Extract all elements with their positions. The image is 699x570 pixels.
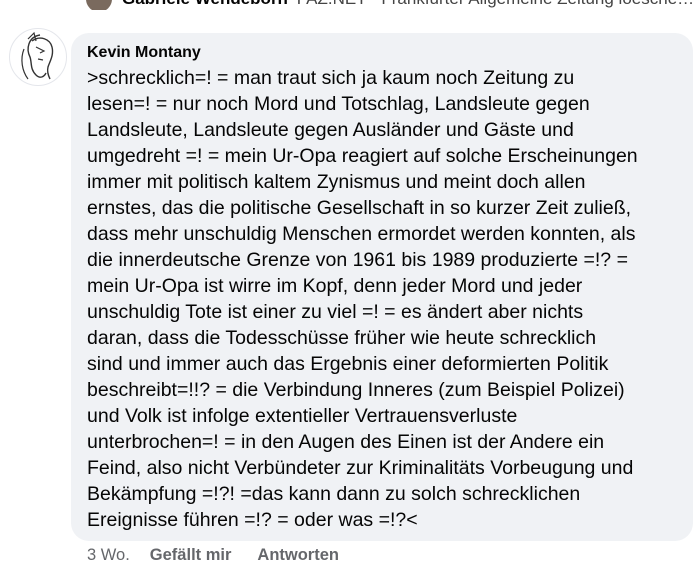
comment-actions: 3 Wo. Gefällt mir Antworten: [87, 546, 365, 565]
comment-timestamp[interactable]: 3 Wo.: [87, 546, 130, 565]
previous-comment: Gabriele Wendeborn FAZ.NET - Frankfurter…: [86, 0, 699, 10]
comment-line: Ereignisse führen =!? = oder was =!?<: [87, 509, 418, 531]
previous-comment-author[interactable]: Gabriele Wendeborn: [122, 0, 288, 8]
previous-comment-text: FAZ.NET - Frankfurter Allgemeine Zeitung…: [297, 0, 699, 8]
comment-line: lesen=! = nur noch Mord und Totschlag, L…: [87, 93, 590, 115]
avatar[interactable]: [9, 28, 67, 86]
comment-line: daran, dass die Todesschüsse früher wie …: [87, 327, 597, 349]
comment-line: umgedreht =! = mein Ur-Opa reagiert auf …: [87, 145, 638, 167]
comment-line: sind und immer auch das Ergebnis einer d…: [87, 353, 609, 375]
sketch-face-icon: [21, 31, 54, 80]
comment-line: ernstes, das die politische Gesellschaft…: [87, 197, 632, 219]
comment-line: >schrecklich=! = man traut sich ja kaum …: [87, 67, 575, 89]
comment-author[interactable]: Kevin Montany: [87, 43, 683, 62]
comment-line: immer mit politisch kaltem Zynismus und …: [87, 171, 586, 193]
comment-line: Feind, also nicht Verbündeter zur Krimin…: [87, 457, 634, 479]
comment-bubble: Kevin Montany >schrecklich=! = man traut…: [71, 33, 693, 541]
comment-line: die innerdeutsche Grenze von 1961 bis 19…: [87, 249, 628, 271]
previous-comment-avatar[interactable]: [86, 0, 112, 10]
comment-text: >schrecklich=! = man traut sich ja kaum …: [87, 65, 683, 533]
comment-line: dass mehr unschuldig Menschen ermordet w…: [87, 223, 636, 245]
comment-line: unschuldig Tote ist einer zu viel =! = e…: [87, 301, 584, 323]
comment-line: unterbrochen=! = in den Augen des Einen …: [87, 431, 605, 453]
comment-line: beschreibt=!!? = die Verbindung Inneres …: [87, 379, 625, 401]
reply-button[interactable]: Antworten: [257, 546, 339, 565]
comment-line: und Volk ist infolge extentieller Vertra…: [87, 405, 518, 427]
like-button[interactable]: Gefällt mir: [150, 546, 232, 565]
comment-line: mein Ur-Opa ist wirre im Kopf, denn jede…: [87, 275, 583, 297]
comment-line: Landsleute, Landsleute gegen Ausländer u…: [87, 119, 574, 141]
comment-line: Bekämpfung =!?! =das kann dann zu solch …: [87, 483, 581, 505]
